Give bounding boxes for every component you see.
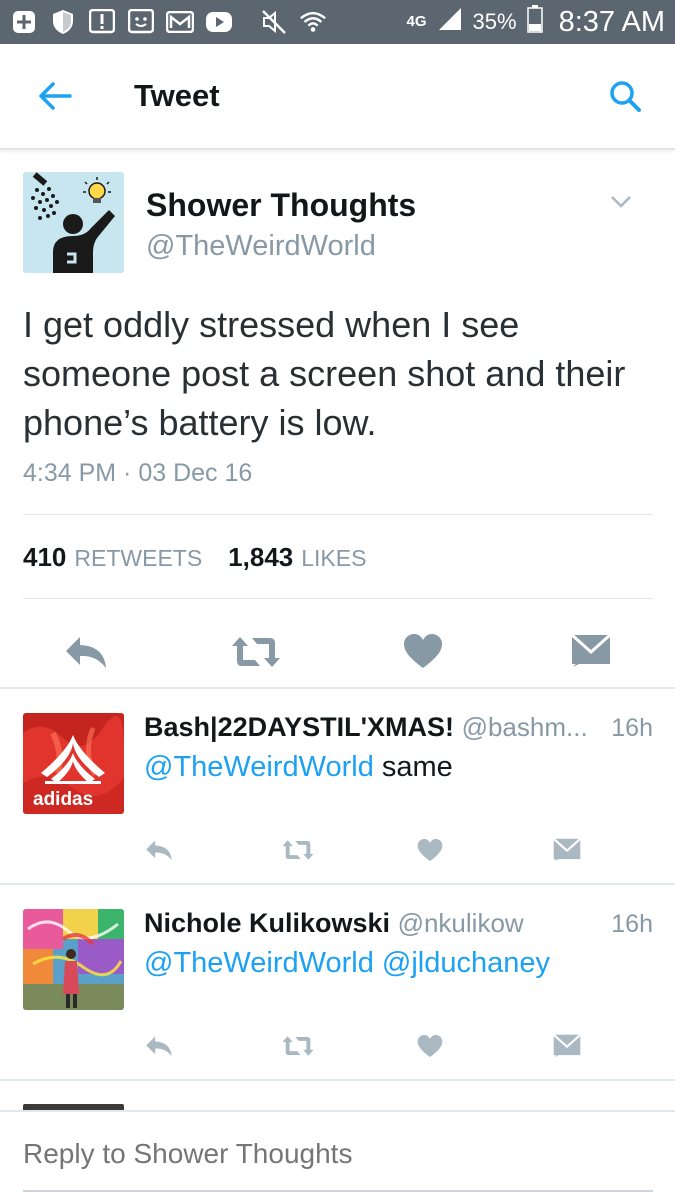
plus-icon <box>10 9 38 35</box>
reply-text: @TheWeirdWorld same <box>144 751 453 784</box>
wifi-icon <box>299 9 327 35</box>
avatar-brand-text: adidas <box>33 789 93 810</box>
retweet-icon <box>282 1036 314 1056</box>
tweet-text: I get oddly stressed when I see someone … <box>23 304 626 443</box>
heart-icon <box>417 1034 443 1058</box>
search-icon <box>610 81 641 112</box>
reply-body: same <box>381 751 453 783</box>
alert-icon <box>88 9 116 35</box>
envelope-icon <box>553 1034 581 1058</box>
divider <box>0 1079 675 1081</box>
reply-author[interactable]: Nichole Kulikowski @nkulikow <box>144 908 524 939</box>
tweet-timestamp: 4:34 PM · 03 Dec 16 <box>23 459 253 487</box>
author-name[interactable]: Shower Thoughts <box>146 187 416 224</box>
reply-author-handle: @nkulikow <box>397 908 524 938</box>
signal-icon <box>437 6 463 39</box>
direct-message-button[interactable] <box>566 627 616 675</box>
reply-actions <box>0 1023 675 1073</box>
retweet-button[interactable] <box>280 1031 316 1061</box>
divider <box>23 598 653 599</box>
page-title: Tweet <box>134 78 220 113</box>
reply-age: 16h <box>611 714 653 742</box>
reply-item[interactable]: adidas Bash|22DAYSTIL'XMAS! @bashm... 16… <box>0 689 675 885</box>
face-icon <box>127 9 155 35</box>
likes-label[interactable]: LIKES <box>301 545 366 572</box>
author-handle[interactable]: @TheWeirdWorld <box>146 230 376 263</box>
reply-author-handle: @bashm... <box>461 712 588 742</box>
reply-button[interactable] <box>144 1031 174 1061</box>
mail-icon <box>166 9 194 35</box>
avatar[interactable] <box>23 172 124 273</box>
avatar[interactable] <box>23 909 124 1010</box>
direct-message-button[interactable] <box>552 1031 582 1061</box>
retweets-label[interactable]: RETWEETS <box>74 545 202 572</box>
likes-count[interactable]: 1,843 <box>228 542 293 573</box>
battery-percent: 35% <box>472 9 517 34</box>
heart-icon <box>404 634 442 668</box>
retweets-count[interactable]: 410 <box>23 542 66 573</box>
envelope-icon <box>571 634 611 667</box>
divider <box>23 514 653 515</box>
play-icon <box>205 9 233 35</box>
tweet-stats: 410 RETWEETS 1,843 LIKES <box>23 542 384 573</box>
reply-author-name: Bash|22DAYSTIL'XMAS! <box>144 712 455 742</box>
back-button[interactable] <box>0 43 110 149</box>
reply-item[interactable]: Nichole Kulikowski @nkulikow 16h @TheWei… <box>0 885 675 1081</box>
reply-input[interactable] <box>23 1138 623 1170</box>
like-button[interactable] <box>398 627 448 675</box>
retweet-icon <box>232 637 280 667</box>
search-button[interactable] <box>575 43 675 149</box>
tweet-menu-button[interactable] <box>608 192 634 212</box>
reply-button[interactable] <box>144 835 174 865</box>
notification-icons <box>10 9 327 35</box>
network-indicator: 4G <box>406 13 427 30</box>
toolbar: Tweet <box>0 44 675 150</box>
heart-icon <box>417 838 443 862</box>
reply-icon <box>66 637 106 668</box>
status-right: 4G 35% 8:37 AM <box>406 4 665 40</box>
chevron-down-icon <box>611 196 631 208</box>
envelope-icon <box>553 838 581 862</box>
adidas-logo-icon: adidas <box>23 713 124 814</box>
mention-link[interactable]: @TheWeirdWorld <box>144 751 374 783</box>
reply-actions <box>0 827 675 877</box>
reply-composer <box>0 1110 675 1200</box>
back-arrow-icon <box>39 82 72 110</box>
avatar[interactable]: adidas <box>23 713 124 814</box>
mute-icon <box>260 9 288 35</box>
reply-icon <box>146 1036 172 1057</box>
battery-icon <box>526 4 543 40</box>
reply-text: @TheWeirdWorld @jlduchaney <box>144 947 550 980</box>
input-underline <box>23 1190 653 1192</box>
shower-head-lightbulb-icon <box>23 172 124 273</box>
mention-link[interactable]: @TheWeirdWorld @jlduchaney <box>144 947 550 979</box>
retweet-button[interactable] <box>226 629 286 675</box>
like-button[interactable] <box>415 1031 445 1061</box>
direct-message-button[interactable] <box>552 835 582 865</box>
status-bar: 4G 35% 8:37 AM <box>0 0 675 44</box>
clock: 8:37 AM <box>558 5 665 38</box>
retweet-button[interactable] <box>280 835 316 865</box>
like-button[interactable] <box>415 835 445 865</box>
reply-author[interactable]: Bash|22DAYSTIL'XMAS! @bashm... <box>144 712 588 743</box>
reply-age: 16h <box>611 910 653 938</box>
tweet-actions <box>0 617 675 687</box>
reply-button[interactable] <box>58 629 114 675</box>
retweet-icon <box>282 840 314 860</box>
graffiti-wall-photo-icon <box>23 909 124 1010</box>
reply-icon <box>146 840 172 861</box>
reply-author-name: Nichole Kulikowski <box>144 908 391 938</box>
shield-icon <box>49 9 77 35</box>
